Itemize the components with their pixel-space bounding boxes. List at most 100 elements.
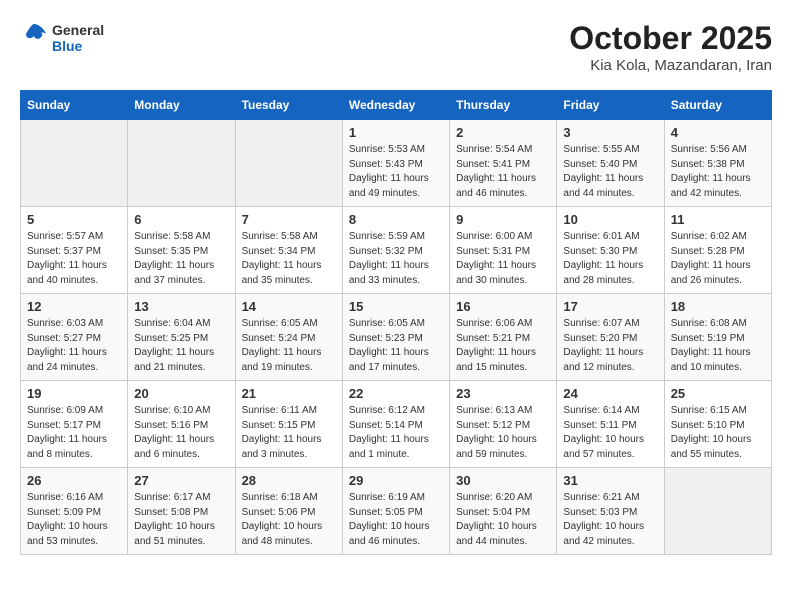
weekday-header: Saturday (664, 91, 771, 120)
day-detail: Sunrise: 6:15 AM Sunset: 5:10 PM Dayligh… (671, 404, 765, 462)
month-title: October 2025 (569, 20, 772, 57)
weekday-header: Tuesday (235, 91, 342, 120)
day-detail: Sunrise: 6:01 AM Sunset: 5:30 PM Dayligh… (563, 230, 657, 288)
day-detail: Sunrise: 6:06 AM Sunset: 5:21 PM Dayligh… (456, 317, 550, 375)
day-number: 6 (134, 212, 228, 227)
calendar-day-cell: 6 Sunrise: 5:58 AM Sunset: 5:35 PM Daylig… (128, 207, 235, 294)
day-detail: Sunrise: 5:53 AM Sunset: 5:43 PM Dayligh… (349, 143, 443, 201)
day-detail: Sunrise: 6:14 AM Sunset: 5:11 PM Dayligh… (563, 404, 657, 462)
day-number: 19 (27, 386, 121, 401)
day-number: 8 (349, 212, 443, 227)
calendar-day-cell: 24 Sunrise: 6:14 AM Sunset: 5:11 PM Dayli… (557, 381, 664, 468)
location: Kia Kola, Mazandaran, Iran (569, 57, 772, 74)
day-detail: Sunrise: 6:11 AM Sunset: 5:15 PM Dayligh… (242, 404, 336, 462)
day-detail: Sunrise: 6:13 AM Sunset: 5:12 PM Dayligh… (456, 404, 550, 462)
calendar-day-cell: 7Sunrise: 5:58 AM Sunset: 5:34 PM Daylig… (235, 207, 342, 294)
calendar-day-cell: 26 Sunrise: 6:16 AM Sunset: 5:09 PM Dayli… (21, 468, 128, 555)
calendar-day-cell: 4 Sunrise: 5:56 AM Sunset: 5:38 PM Daylig… (664, 120, 771, 207)
day-detail: Sunrise: 6:21 AM Sunset: 5:03 PM Dayligh… (563, 491, 657, 549)
day-number: 15 (349, 299, 443, 314)
calendar-week-row: 1 Sunrise: 5:53 AM Sunset: 5:43 PM Daylig… (21, 120, 772, 207)
day-number: 3 (563, 125, 657, 140)
day-detail: Sunrise: 5:59 AM Sunset: 5:32 PM Dayligh… (349, 230, 443, 288)
logo-blue-text: Blue (52, 38, 104, 54)
day-number: 17 (563, 299, 657, 314)
calendar-day-cell: 31Sunrise: 6:21 AM Sunset: 5:03 PM Dayli… (557, 468, 664, 555)
day-number: 9 (456, 212, 550, 227)
day-detail: Sunrise: 6:07 AM Sunset: 5:20 PM Dayligh… (563, 317, 657, 375)
calendar-day-cell: 8 Sunrise: 5:59 AM Sunset: 5:32 PM Daylig… (342, 207, 449, 294)
day-detail: Sunrise: 6:00 AM Sunset: 5:31 PM Dayligh… (456, 230, 550, 288)
calendar-day-cell (664, 468, 771, 555)
day-detail: Sunrise: 6:05 AM Sunset: 5:24 PM Dayligh… (242, 317, 336, 375)
day-number: 10 (563, 212, 657, 227)
title-block: October 2025 Kia Kola, Mazandaran, Iran (569, 20, 772, 74)
calendar-day-cell: 13 Sunrise: 6:04 AM Sunset: 5:25 PM Dayli… (128, 294, 235, 381)
calendar-day-cell: 2 Sunrise: 5:54 AM Sunset: 5:41 PM Daylig… (450, 120, 557, 207)
calendar-body: 1 Sunrise: 5:53 AM Sunset: 5:43 PM Daylig… (21, 120, 772, 555)
calendar-day-cell (21, 120, 128, 207)
weekday-header: Monday (128, 91, 235, 120)
logo-bird-icon (20, 20, 50, 56)
calendar-day-cell: 29Sunrise: 6:19 AM Sunset: 5:05 PM Dayli… (342, 468, 449, 555)
logo: General Blue (20, 20, 104, 56)
day-detail: Sunrise: 6:09 AM Sunset: 5:17 PM Dayligh… (27, 404, 121, 462)
day-number: 4 (671, 125, 765, 140)
calendar-day-cell (128, 120, 235, 207)
calendar-week-row: 26 Sunrise: 6:16 AM Sunset: 5:09 PM Dayli… (21, 468, 772, 555)
day-detail: Sunrise: 5:56 AM Sunset: 5:38 PM Dayligh… (671, 143, 765, 201)
logo-svg: General Blue (20, 20, 104, 56)
day-detail: Sunrise: 6:02 AM Sunset: 5:28 PM Dayligh… (671, 230, 765, 288)
day-number: 12 (27, 299, 121, 314)
logo-general-text: General (52, 22, 104, 38)
day-detail: Sunrise: 6:04 AM Sunset: 5:25 PM Dayligh… (134, 317, 228, 375)
day-number: 21 (242, 386, 336, 401)
weekday-header: Wednesday (342, 91, 449, 120)
calendar-day-cell: 1 Sunrise: 5:53 AM Sunset: 5:43 PM Daylig… (342, 120, 449, 207)
day-number: 22 (349, 386, 443, 401)
calendar-day-cell: 16 Sunrise: 6:06 AM Sunset: 5:21 PM Dayli… (450, 294, 557, 381)
weekday-header: Thursday (450, 91, 557, 120)
day-detail: Sunrise: 5:58 AM Sunset: 5:34 PM Dayligh… (242, 230, 336, 288)
day-number: 14 (242, 299, 336, 314)
day-detail: Sunrise: 5:57 AM Sunset: 5:37 PM Dayligh… (27, 230, 121, 288)
day-detail: Sunrise: 5:54 AM Sunset: 5:41 PM Dayligh… (456, 143, 550, 201)
day-detail: Sunrise: 6:16 AM Sunset: 5:09 PM Dayligh… (27, 491, 121, 549)
day-detail: Sunrise: 6:20 AM Sunset: 5:04 PM Dayligh… (456, 491, 550, 549)
weekday-header: Friday (557, 91, 664, 120)
weekday-header-row: SundayMondayTuesdayWednesdayThursdayFrid… (21, 91, 772, 120)
day-number: 1 (349, 125, 443, 140)
day-number: 27 (134, 473, 228, 488)
day-number: 30 (456, 473, 550, 488)
day-detail: Sunrise: 6:12 AM Sunset: 5:14 PM Dayligh… (349, 404, 443, 462)
calendar-day-cell: 19 Sunrise: 6:09 AM Sunset: 5:17 PM Dayli… (21, 381, 128, 468)
day-detail: Sunrise: 5:55 AM Sunset: 5:40 PM Dayligh… (563, 143, 657, 201)
weekday-header: Sunday (21, 91, 128, 120)
day-number: 2 (456, 125, 550, 140)
calendar-day-cell: 17 Sunrise: 6:07 AM Sunset: 5:20 PM Dayli… (557, 294, 664, 381)
day-detail: Sunrise: 6:10 AM Sunset: 5:16 PM Dayligh… (134, 404, 228, 462)
day-number: 5 (27, 212, 121, 227)
day-detail: Sunrise: 6:19 AM Sunset: 5:05 PM Dayligh… (349, 491, 443, 549)
calendar-day-cell: 14 Sunrise: 6:05 AM Sunset: 5:24 PM Dayli… (235, 294, 342, 381)
day-detail: Sunrise: 6:03 AM Sunset: 5:27 PM Dayligh… (27, 317, 121, 375)
day-number: 11 (671, 212, 765, 227)
calendar-day-cell: 20 Sunrise: 6:10 AM Sunset: 5:16 PM Dayli… (128, 381, 235, 468)
calendar-day-cell: 10 Sunrise: 6:01 AM Sunset: 5:30 PM Dayli… (557, 207, 664, 294)
calendar-day-cell: 12 Sunrise: 6:03 AM Sunset: 5:27 PM Dayli… (21, 294, 128, 381)
calendar-table: SundayMondayTuesdayWednesdayThursdayFrid… (20, 90, 772, 555)
day-number: 23 (456, 386, 550, 401)
day-detail: Sunrise: 5:58 AM Sunset: 5:35 PM Dayligh… (134, 230, 228, 288)
day-number: 18 (671, 299, 765, 314)
calendar-day-cell: 15Sunrise: 6:05 AM Sunset: 5:23 PM Dayli… (342, 294, 449, 381)
day-number: 20 (134, 386, 228, 401)
day-number: 24 (563, 386, 657, 401)
day-number: 16 (456, 299, 550, 314)
day-number: 13 (134, 299, 228, 314)
calendar-day-cell: 30 Sunrise: 6:20 AM Sunset: 5:04 PM Dayli… (450, 468, 557, 555)
page-header: General Blue October 2025 Kia Kola, Maza… (20, 20, 772, 74)
calendar-day-cell (235, 120, 342, 207)
calendar-day-cell: 5 Sunrise: 5:57 AM Sunset: 5:37 PM Daylig… (21, 207, 128, 294)
day-number: 26 (27, 473, 121, 488)
calendar-week-row: 5 Sunrise: 5:57 AM Sunset: 5:37 PM Daylig… (21, 207, 772, 294)
